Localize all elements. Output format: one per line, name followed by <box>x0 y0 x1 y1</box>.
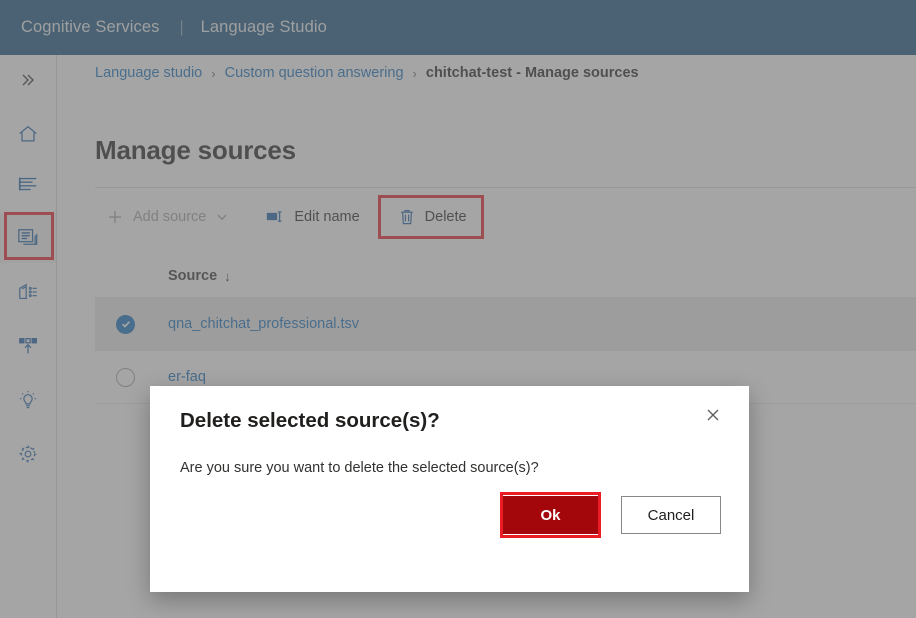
delete-confirmation-dialog: Delete selected source(s)? Are you sure … <box>150 386 749 592</box>
dialog-title: Delete selected source(s)? <box>180 409 440 433</box>
dialog-close-button[interactable] <box>696 400 730 434</box>
close-icon <box>705 407 721 428</box>
cancel-button[interactable]: Cancel <box>621 496 721 534</box>
app-root: Cognitive Services | Language Studio <box>0 0 916 618</box>
ok-button[interactable]: Ok <box>503 496 598 534</box>
dialog-message: Are you sure you want to delete the sele… <box>180 460 539 476</box>
dialog-actions: Ok Cancel <box>503 496 721 534</box>
